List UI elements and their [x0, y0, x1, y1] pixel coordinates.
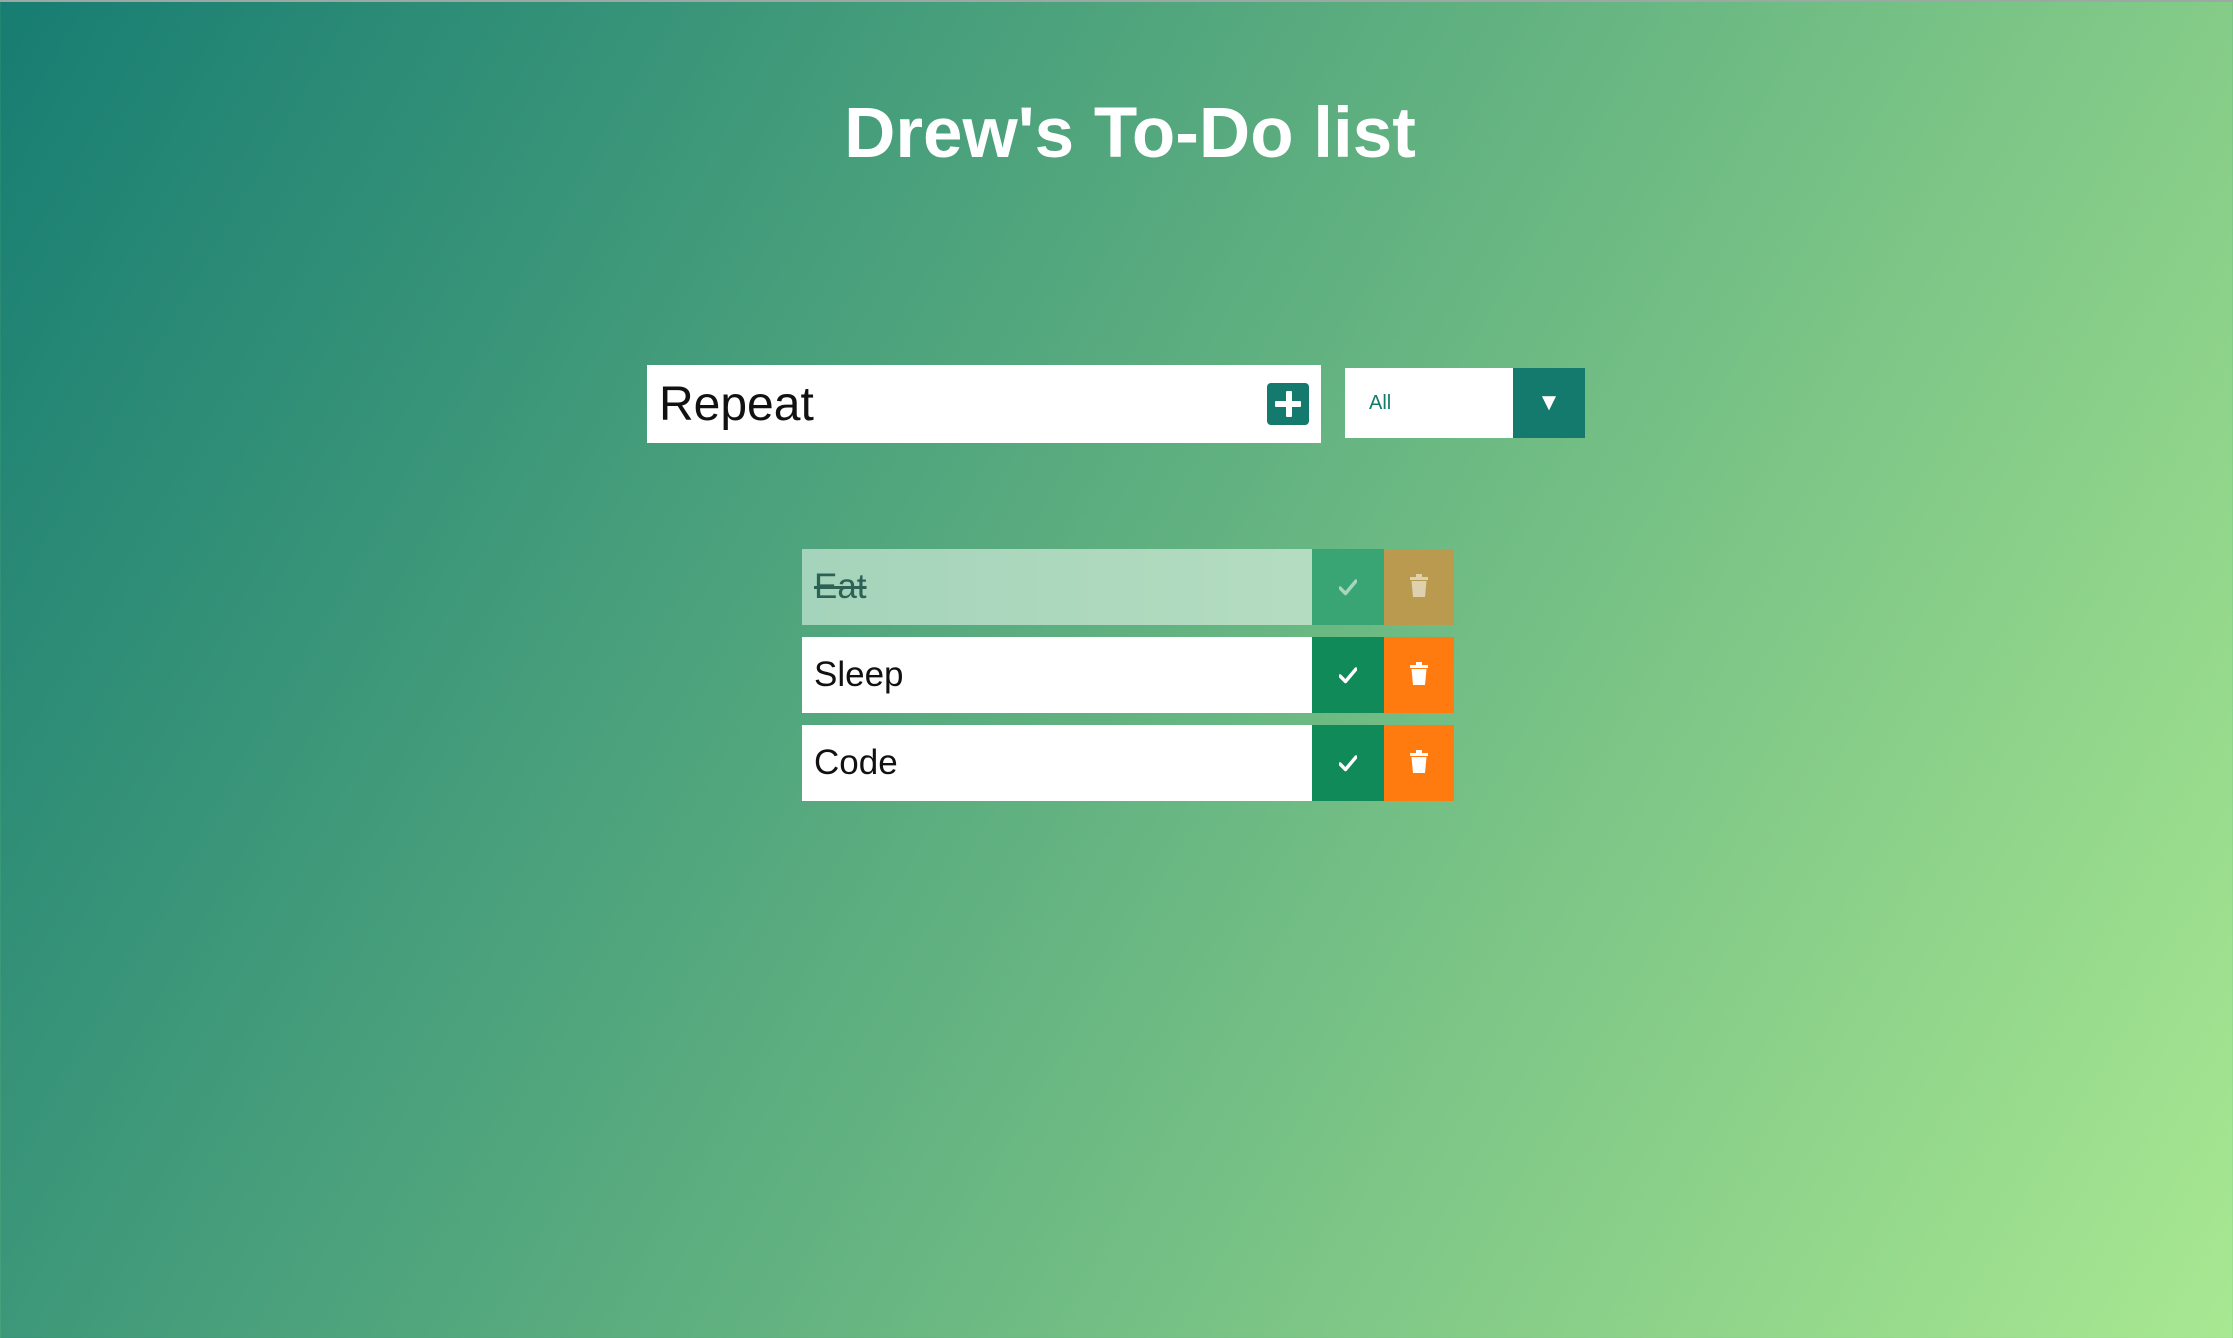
- complete-button[interactable]: [1312, 725, 1384, 801]
- trash-icon: [1410, 750, 1428, 773]
- page-title: Drew's To-Do list: [844, 94, 1416, 173]
- filter-select[interactable]: All ▼: [1345, 368, 1585, 438]
- trash-icon: [1410, 662, 1428, 685]
- delete-button[interactable]: [1384, 549, 1454, 625]
- delete-button[interactable]: [1384, 637, 1454, 713]
- todo-list: Eat Sleep Code: [802, 549, 1454, 813]
- check-icon: [1339, 579, 1357, 596]
- trash-icon: [1410, 574, 1428, 597]
- todo-item: Eat: [802, 549, 1454, 625]
- check-icon: [1339, 755, 1357, 772]
- add-todo-button[interactable]: [1267, 383, 1309, 425]
- todo-item: Sleep: [802, 637, 1454, 713]
- window-top-edge: [0, 0, 2233, 2]
- todo-text: Sleep: [802, 637, 1312, 713]
- todo-text: Code: [802, 725, 1312, 801]
- delete-button[interactable]: [1384, 725, 1454, 801]
- check-icon: [1339, 667, 1357, 684]
- todo-text: Eat: [802, 549, 1312, 625]
- todo-input[interactable]: [659, 365, 1249, 443]
- chevron-down-icon: ▼: [1537, 389, 1561, 416]
- complete-button[interactable]: [1312, 637, 1384, 713]
- filter-selected-value: All: [1369, 392, 1392, 414]
- complete-button[interactable]: [1312, 549, 1384, 625]
- todo-form: [647, 365, 1321, 443]
- todo-item: Code: [802, 725, 1454, 801]
- filter-dropdown-arrow[interactable]: ▼: [1513, 368, 1585, 438]
